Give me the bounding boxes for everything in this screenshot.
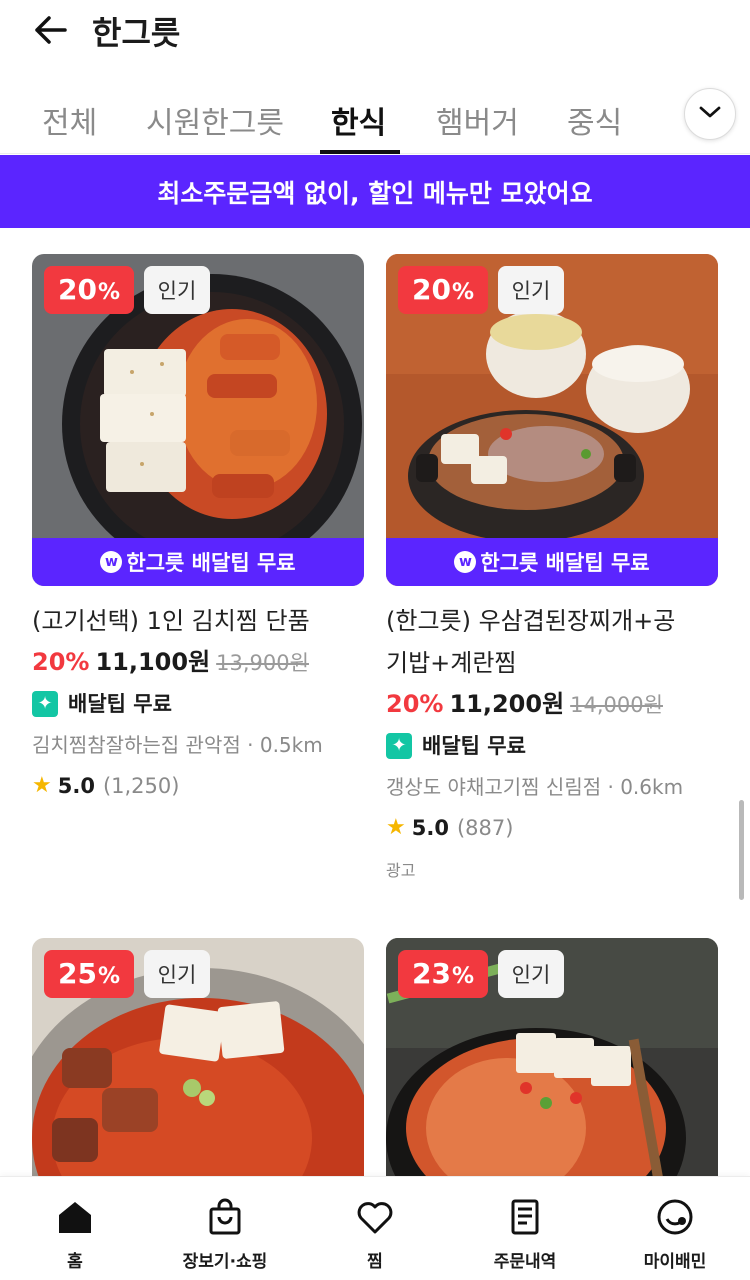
menu-card[interactable]: 20% 인기 w 한그릇 배달팁 무료 (고기선택) 1인 김치찜 단품 20%… xyxy=(32,254,364,807)
shopping-bag-icon xyxy=(203,1195,247,1239)
delivery-tip-row: ✦ 배달팁 무료 xyxy=(32,683,364,725)
heart-icon xyxy=(353,1195,397,1239)
app-header: 한그릇 xyxy=(0,0,750,66)
home-icon xyxy=(53,1195,97,1239)
delivery-tip-label: 배달팁 무료 xyxy=(68,692,172,716)
review-count: (887) xyxy=(456,816,514,840)
tab-chinese[interactable]: 중식 xyxy=(567,98,622,142)
menu-name-line: (한그릇) 우삼겹된장찌개+공 xyxy=(386,607,676,635)
delivery-tip-row: ✦ 배달팁 무료 xyxy=(386,725,718,767)
free-delivery-bar: w 한그릇 배달팁 무료 xyxy=(386,538,718,586)
separator: · xyxy=(247,733,260,757)
receipt-icon xyxy=(503,1195,547,1239)
nav-my-baemin-label: 마이배민 xyxy=(643,1252,707,1272)
discount-badge: 20% xyxy=(398,266,489,314)
rating-score: 5.0 xyxy=(411,816,449,840)
store-distance: 0.6km xyxy=(620,775,684,799)
delivery-tip-label: 배달팁 무료 xyxy=(422,734,526,758)
expand-tabs-button[interactable] xyxy=(684,88,736,140)
menu-image: 20% 인기 w 한그릇 배달팁 무료 xyxy=(32,254,364,586)
nav-favorites[interactable]: 찜 xyxy=(300,1195,450,1275)
price-original: 13,900원 xyxy=(216,651,309,675)
discount-percent: % xyxy=(451,964,475,989)
menu-name: (고기선택) 1인 김치찜 단품 xyxy=(32,607,310,635)
nav-orders-label: 주문내역 xyxy=(493,1252,557,1272)
free-delivery-bar: w 한그릇 배달팁 무료 xyxy=(32,538,364,586)
menu-name: (한그릇) 우삼겹된장찌개+공 기밥+계란찜 xyxy=(386,600,718,684)
discount-value: 25 xyxy=(58,957,97,990)
bottom-navigation: 홈 장보기·쇼핑 찜 주문내역 마이배민 xyxy=(0,1176,750,1280)
profile-icon xyxy=(653,1195,697,1239)
tab-cool-bowl[interactable]: 시원한그릇 xyxy=(146,98,284,142)
menu-image: 20% 인기 w 한그릇 배달팁 무료 xyxy=(386,254,718,586)
chevron-down-icon xyxy=(698,104,722,124)
price-row: 20% 11,100원 13,900원 xyxy=(32,642,364,683)
wallet-icon: w xyxy=(454,551,477,573)
price-current: 11,200원 xyxy=(449,690,565,718)
nav-favorites-label: 찜 xyxy=(367,1252,383,1272)
nav-shopping-label: 장보기·쇼핑 xyxy=(182,1252,268,1272)
popular-badge: 인기 xyxy=(498,266,564,314)
popular-badge: 인기 xyxy=(144,950,210,998)
price-row: 20% 11,200원 14,000원 xyxy=(386,684,718,725)
nav-orders[interactable]: 주문내역 xyxy=(450,1195,600,1275)
review-count: (1,250) xyxy=(102,774,180,798)
page-title: 한그릇 xyxy=(92,14,181,52)
discount-percent: % xyxy=(451,280,475,305)
discount-value: 23 xyxy=(412,957,451,990)
store-name: 갱상도 야채고기찜 신림점 xyxy=(386,775,602,799)
free-delivery-label: 한그릇 배달팁 무료 xyxy=(126,551,296,575)
nav-shopping[interactable]: 장보기·쇼핑 xyxy=(150,1195,300,1275)
star-icon: ★ xyxy=(32,773,52,798)
tab-korean[interactable]: 한식 xyxy=(331,98,386,142)
wallet-icon: w xyxy=(100,551,123,573)
popular-badge: 인기 xyxy=(144,266,210,314)
discount-value: 20 xyxy=(58,273,97,306)
star-icon: ★ xyxy=(386,815,406,840)
discount-percent: % xyxy=(97,280,121,305)
discount-badge: 20% xyxy=(44,266,135,314)
free-delivery-label: 한그릇 배달팁 무료 xyxy=(480,551,650,575)
promo-banner[interactable]: 최소주문금액 없이, 할인 메뉴만 모았어요 xyxy=(0,155,750,228)
rating-score: 5.0 xyxy=(57,774,95,798)
popular-badge: 인기 xyxy=(498,950,564,998)
price-discount: 20% xyxy=(386,690,444,718)
menu-name-line: 기밥+계란찜 xyxy=(386,649,517,677)
price-discount: 20% xyxy=(32,648,90,676)
ad-label: 광고 xyxy=(386,861,416,880)
tab-all[interactable]: 전체 xyxy=(42,98,97,142)
store-distance: 0.5km xyxy=(259,733,323,757)
sparkle-icon: ✦ xyxy=(32,691,58,717)
separator: · xyxy=(607,775,621,799)
rating-row: ★ 5.0 (1,250) xyxy=(32,765,364,807)
discount-badge: 23% xyxy=(398,950,489,998)
store-row: 김치찜참잘하는집 관악점 · 0.5km xyxy=(32,725,364,765)
sparkle-icon: ✦ xyxy=(386,733,412,759)
nav-home-label: 홈 xyxy=(67,1252,83,1272)
back-arrow-icon[interactable] xyxy=(30,10,70,50)
discount-badge: 25% xyxy=(44,950,135,998)
menu-card[interactable]: 20% 인기 w 한그릇 배달팁 무료 (한그릇) 우삼겹된장찌개+공 기밥+계… xyxy=(386,254,718,893)
scrollbar[interactable] xyxy=(739,800,744,900)
tab-active-indicator xyxy=(320,150,400,154)
rating-row: ★ 5.0 (887) xyxy=(386,807,718,849)
category-tabs: 전체 시원한그릇 한식 햄버거 중식 xyxy=(0,80,750,154)
nav-my-baemin[interactable]: 마이배민 xyxy=(600,1195,750,1275)
price-original: 14,000원 xyxy=(570,693,663,717)
discount-value: 20 xyxy=(412,273,451,306)
price-current: 11,100원 xyxy=(95,648,211,676)
discount-percent: % xyxy=(97,964,121,989)
store-row: 갱상도 야채고기찜 신림점 · 0.6km xyxy=(386,767,718,807)
store-name: 김치찜참잘하는집 관악점 xyxy=(32,733,241,757)
tab-burger[interactable]: 햄버거 xyxy=(436,98,519,142)
nav-home[interactable]: 홈 xyxy=(0,1195,150,1275)
tab-fade xyxy=(624,80,684,150)
